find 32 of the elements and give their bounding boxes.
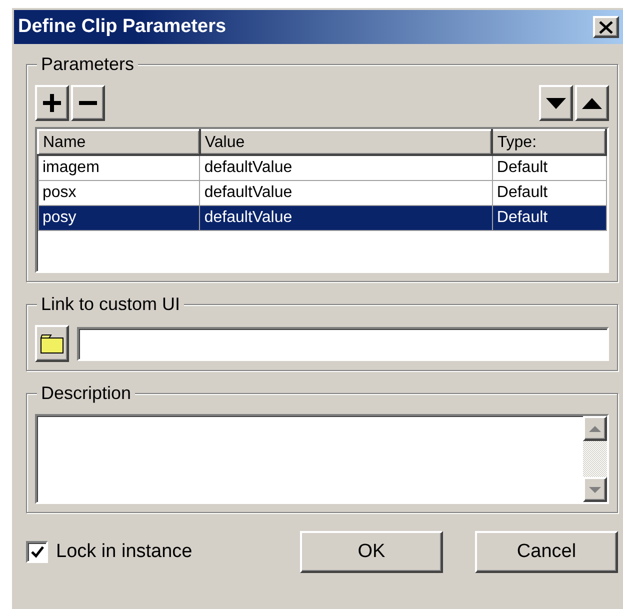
column-header[interactable]: Name	[38, 130, 200, 155]
table-cell[interactable]: defaultValue	[200, 155, 492, 180]
minus-icon	[79, 101, 97, 105]
scroll-bar[interactable]	[583, 416, 607, 502]
dialog-button[interactable]: Cancel	[475, 531, 618, 573]
up-triangle-icon	[582, 98, 602, 108]
close-icon	[599, 20, 613, 34]
add-button[interactable]	[35, 85, 69, 121]
plus-icon	[42, 93, 62, 113]
custom-ui-field[interactable]	[77, 326, 609, 360]
down-arrow-icon	[589, 486, 601, 492]
table-cell[interactable]: Default	[492, 206, 606, 230]
table-cell[interactable]: Default	[492, 155, 606, 180]
description-field[interactable]	[35, 414, 609, 504]
browse-button[interactable]	[35, 325, 69, 362]
move-down-button[interactable]	[539, 85, 573, 121]
column-header[interactable]: Type:	[492, 130, 606, 155]
close-button[interactable]	[593, 16, 619, 38]
column-header[interactable]: Value	[200, 130, 492, 155]
table-cell[interactable]: posy	[38, 206, 200, 230]
folder-icon	[40, 334, 64, 354]
move-up-button[interactable]	[575, 85, 609, 121]
remove-button[interactable]	[71, 85, 105, 121]
down-triangle-icon	[546, 98, 566, 108]
checkbox[interactable]	[26, 541, 48, 563]
check-icon	[30, 546, 44, 558]
dialog-button[interactable]: OK	[300, 531, 443, 573]
table-cell[interactable]: imagem	[38, 155, 200, 180]
checkbox-label: Lock in instance	[56, 541, 192, 563]
table-cell[interactable]: defaultValue	[200, 206, 492, 230]
up-arrow-icon	[589, 426, 601, 432]
window-title: Define Clip Parameters	[18, 16, 226, 38]
